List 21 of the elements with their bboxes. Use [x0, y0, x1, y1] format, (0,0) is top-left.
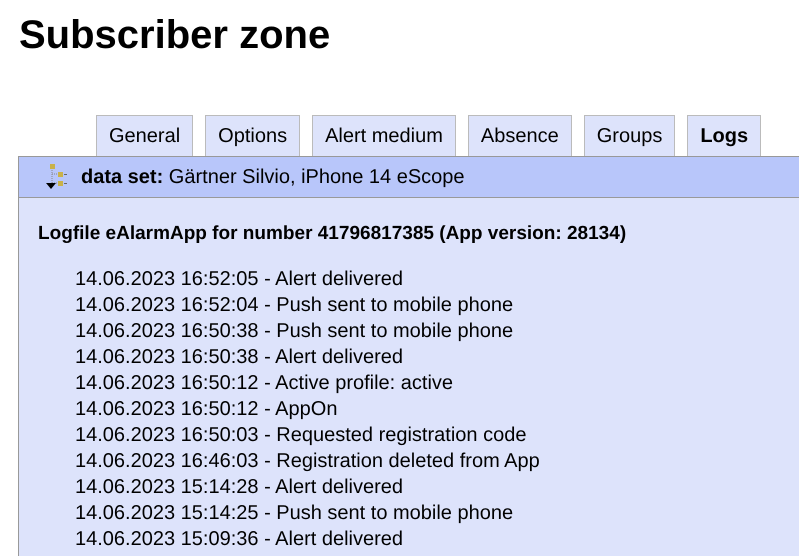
tab[interactable]: Logs — [687, 115, 762, 156]
log-entry: 14.06.2023 15:14:25 - Push sent to mobile phone — [75, 501, 514, 526]
tab[interactable]: Groups — [584, 115, 676, 156]
log-heading: Logfile eAlarmApp for number 41796817385 (App version: 28134) — [38, 223, 628, 245]
log-entry: 14.06.2023 16:50:12 - AppOn — [75, 397, 338, 422]
data-set-label: data set: Gärtner Silvio, iPhone 14 eScope — [81, 166, 465, 188]
log-entry: 14.06.2023 16:46:03 - Registration deleted from App — [75, 449, 541, 474]
log-entry: 14.06.2023 16:50:03 - Requested registration code — [75, 423, 528, 448]
log-entry: 14.06.2023 16:50:38 - Push sent to mobile phone — [75, 319, 514, 344]
log-entry: 14.06.2023 15:09:36 - Alert delivered — [75, 527, 404, 552]
tree-icon — [43, 163, 69, 191]
log-entry: 14.06.2023 16:50:12 - Active profile: active — [75, 371, 454, 396]
tab[interactable]: Absence — [468, 115, 572, 156]
log-entry: 14.06.2023 15:14:28 - Alert delivered — [75, 475, 404, 500]
tab[interactable]: General — [96, 115, 194, 156]
log-entry: 14.06.2023 16:52:04 - Push sent to mobile phone — [75, 293, 514, 318]
tab[interactable]: Alert medium — [312, 115, 456, 156]
log-entry: 14.06.2023 16:50:38 - Alert delivered — [75, 345, 404, 370]
log-entry: 14.06.2023 16:52:05 - Alert delivered — [75, 267, 404, 292]
page-title: Subscriber zone — [18, 12, 332, 58]
tab[interactable]: Options — [205, 115, 300, 156]
